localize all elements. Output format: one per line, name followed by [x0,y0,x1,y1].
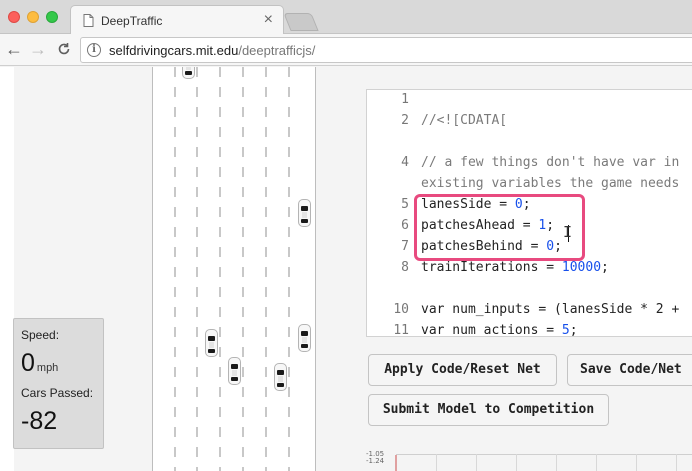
graph-series-mark [395,455,397,471]
code-line[interactable]: 10 var num_inputs = (lanesSide * 2 + [367,300,692,320]
lane-divider [242,67,244,471]
submit-model-button[interactable]: Submit Model to Competition [368,394,609,426]
code-line[interactable]: 4// a few things don't have var in [367,153,692,173]
code-line[interactable]: 1 [367,90,692,110]
graph-tick-label: -1.24 [366,457,385,465]
graph-gridline [636,454,637,471]
graph-gridline [556,454,557,471]
info-icon[interactable]: i [87,43,101,57]
graph-area [396,454,692,471]
lane-divider [219,67,221,471]
speed-label: Speed: [21,328,60,342]
browser-tab[interactable]: DeepTraffic × [70,5,284,35]
apply-code-reset-net-button[interactable]: Apply Code/Reset Net [368,354,557,386]
lane-divider [265,67,267,471]
close-icon[interactable]: × [264,11,273,29]
cars-passed-value: -82 [21,407,58,435]
document-icon [83,14,94,32]
graph-gridline [436,454,437,471]
my-car-icon [228,357,241,385]
graph-gridline [676,454,677,471]
code-line[interactable]: existing variables the game needs [367,174,692,194]
code-line[interactable]: 2//<![CDATA[ [367,111,692,131]
speed-value: 0 [21,349,35,377]
code-line[interactable]: 11 var num_actions = 5; [367,321,692,336]
car-icon [298,199,311,227]
browser-titlebar: DeepTraffic × [0,0,692,35]
minimize-window-button[interactable] [27,11,39,23]
graph-gridline [516,454,517,471]
stats-panel: Speed: 0 mph Cars Passed: -82 [13,318,104,449]
left-margin [0,67,14,471]
lane-divider [196,67,198,471]
cars-passed-label: Cars Passed: [21,386,94,400]
graph-gridline [476,454,477,471]
url-text: selfdrivingcars.mit.edu/deeptrafficjs/ [109,43,316,58]
annotation-highlight-box [414,194,585,261]
code-line[interactable]: 8 trainIterations = 10000; [367,258,692,278]
car-icon [298,324,311,352]
arrow-right-icon[interactable]: → [27,38,49,60]
maximize-window-button[interactable] [46,11,58,23]
graph-gridline [596,454,597,471]
car-icon [205,329,218,357]
highway-canvas [152,67,316,471]
code-line[interactable] [367,132,692,152]
reload-icon[interactable] [53,38,75,60]
tab-title: DeepTraffic [101,14,163,28]
lane-divider [174,67,176,471]
arrow-left-icon[interactable]: ← [3,38,25,60]
lane-divider [288,67,290,471]
car-icon [182,67,195,79]
close-window-button[interactable] [8,11,20,23]
browser-toolbar: ← → i selfdrivingcars.mit.edu/deeptraffi… [0,34,692,66]
reward-graph: -1.05 -1.24 [366,450,692,471]
car-icon [274,363,287,391]
code-line[interactable] [367,279,692,299]
save-code-net-button[interactable]: Save Code/Net [567,354,692,386]
speed-readout: 0 mph [21,349,58,378]
new-tab-button[interactable] [283,13,319,31]
speed-unit: mph [36,362,59,374]
page-content: Speed: 0 mph Cars Passed: -82 1 2//<![CDA… [0,67,692,471]
address-bar[interactable]: i selfdrivingcars.mit.edu/deeptrafficjs/ [80,37,692,63]
